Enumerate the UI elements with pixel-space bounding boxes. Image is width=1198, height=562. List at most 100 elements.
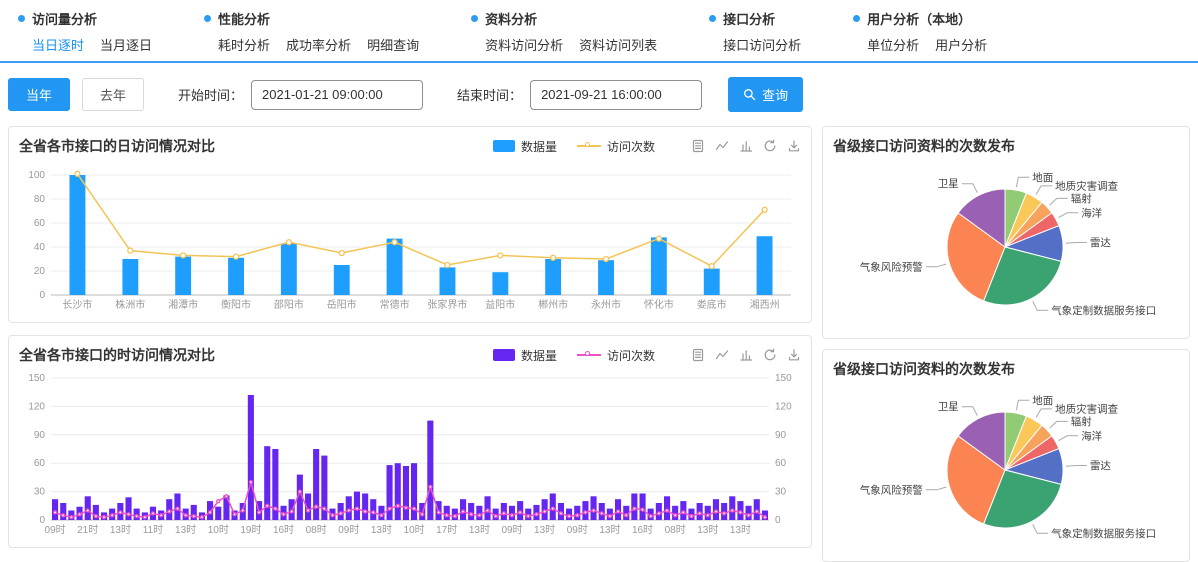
hourly-comparison-panel: 全省各市接口的时访问情况对比 数据量 访问次数 0030306060909012… — [8, 335, 812, 548]
chart-toolbox — [691, 139, 801, 153]
svg-text:40: 40 — [34, 242, 46, 253]
legend-label: 数据量 — [521, 138, 557, 155]
end-time-input[interactable] — [530, 80, 702, 110]
svg-text:120: 120 — [775, 401, 792, 412]
last-year-button[interactable]: 去年 — [82, 78, 144, 111]
svg-text:气象定制数据服务接口: 气象定制数据服务接口 — [1051, 304, 1156, 317]
download-icon[interactable] — [787, 139, 801, 153]
legend-item-bar[interactable]: 数据量 — [493, 347, 557, 364]
svg-text:地面: 地面 — [1032, 171, 1053, 184]
svg-text:气象定制数据服务接口: 气象定制数据服务接口 — [1051, 527, 1156, 540]
panel-title: 全省各市接口的时访问情况对比 — [19, 345, 215, 365]
nav-link-data-access-analysis[interactable]: 资料访问分析 — [485, 35, 563, 54]
legend-item-line[interactable]: 访问次数 — [577, 138, 655, 155]
svg-text:郴州市: 郴州市 — [538, 298, 568, 311]
svg-text:30: 30 — [34, 487, 46, 498]
svg-text:16时: 16时 — [273, 524, 294, 536]
line-chart-icon[interactable] — [715, 139, 729, 153]
svg-text:09时: 09时 — [45, 524, 66, 536]
end-time-label: 结束时间： — [457, 85, 522, 104]
download-icon[interactable] — [787, 348, 801, 362]
svg-text:09时: 09时 — [567, 524, 588, 536]
search-icon — [743, 88, 756, 101]
svg-text:益阳市: 益阳市 — [485, 298, 515, 311]
svg-text:海洋: 海洋 — [1081, 429, 1103, 442]
top-nav: 访问量分析 当日逐时 当月逐日 性能分析 耗时分析 成功率分析 明细查询 资料分… — [0, 0, 1198, 61]
nav-group-data: 资料分析 资料访问分析 资料访问列表 — [471, 9, 657, 54]
svg-text:13时: 13时 — [599, 524, 620, 536]
svg-text:邵阳市: 邵阳市 — [274, 298, 304, 311]
svg-text:地面: 地面 — [1032, 394, 1053, 407]
restore-icon[interactable] — [763, 139, 777, 153]
svg-text:地质灾害调查: 地质灾害调查 — [1055, 179, 1118, 192]
nav-group-label: 访问量分析 — [32, 9, 97, 28]
search-button[interactable]: 查询 — [728, 77, 803, 112]
svg-text:08时: 08时 — [665, 524, 686, 536]
legend-bar-swatch-icon — [493, 349, 515, 361]
nav-link-unit-analysis[interactable]: 单位分析 — [867, 35, 919, 54]
daily-comparison-panel: 全省各市接口的日访问情况对比 数据量 访问次数 020406080100长沙市株… — [8, 126, 812, 323]
nav-group-performance: 性能分析 耗时分析 成功率分析 明细查询 — [204, 9, 419, 54]
svg-text:60: 60 — [34, 458, 46, 469]
svg-text:株洲市: 株洲市 — [115, 298, 145, 311]
svg-text:90: 90 — [775, 430, 787, 441]
left-column: 全省各市接口的日访问情况对比 数据量 访问次数 020406080100长沙市株… — [8, 126, 812, 562]
nav-group-label: 用户分析（本地） — [867, 9, 971, 28]
panel-title: 全省各市接口的日访问情况对比 — [19, 136, 215, 156]
svg-text:常德市: 常德市 — [380, 298, 410, 311]
svg-text:09时: 09时 — [501, 524, 522, 536]
province-pie-chart-1: 地面地质灾害调查辐射海洋雷达气象定制数据服务接口气象风险预警卫星 — [833, 161, 1177, 329]
nav-link-time-cost[interactable]: 耗时分析 — [218, 35, 270, 54]
nav-link-detail-query[interactable]: 明细查询 — [367, 35, 419, 54]
start-time-label: 开始时间： — [178, 85, 243, 104]
nav-link-success-rate[interactable]: 成功率分析 — [286, 35, 351, 54]
data-view-icon[interactable] — [691, 139, 705, 153]
line-chart-icon[interactable] — [715, 348, 729, 362]
svg-text:张家界市: 张家界市 — [427, 298, 467, 311]
svg-text:60: 60 — [34, 218, 46, 229]
svg-text:17时: 17时 — [436, 524, 457, 536]
svg-text:13时: 13时 — [371, 524, 392, 536]
nav-link-interface-access[interactable]: 接口访问分析 — [723, 35, 801, 54]
this-year-button[interactable]: 当年 — [8, 78, 70, 111]
search-button-label: 查询 — [762, 85, 788, 104]
legend-line-swatch-icon — [577, 354, 601, 356]
right-column: 省级接口访问资料的次数发布 地面地质灾害调查辐射海洋雷达气象定制数据服务接口气象… — [822, 126, 1190, 562]
svg-text:卫星: 卫星 — [938, 178, 959, 190]
svg-text:13时: 13时 — [534, 524, 555, 536]
bar-chart-icon[interactable] — [739, 348, 753, 362]
svg-text:60: 60 — [775, 458, 787, 469]
svg-text:0: 0 — [775, 515, 781, 526]
svg-text:150: 150 — [775, 373, 792, 384]
svg-text:怀化市: 怀化市 — [644, 298, 674, 311]
svg-text:13时: 13时 — [175, 524, 196, 536]
nav-group-visits: 访问量分析 当日逐时 当月逐日 — [18, 9, 152, 54]
legend-item-line[interactable]: 访问次数 — [577, 347, 655, 364]
bar-chart-icon[interactable] — [739, 139, 753, 153]
legend-item-bar[interactable]: 数据量 — [493, 138, 557, 155]
panel-title: 省级接口访问资料的次数发布 — [833, 136, 1015, 156]
legend-bar-swatch-icon — [493, 140, 515, 152]
nav-link-user-analysis[interactable]: 用户分析 — [935, 35, 987, 54]
svg-text:雷达: 雷达 — [1090, 237, 1111, 249]
nav-link-month-daily[interactable]: 当月逐日 — [100, 35, 152, 54]
svg-text:20: 20 — [34, 266, 46, 277]
nav-group-label: 接口分析 — [723, 9, 775, 28]
chart-legend: 数据量 访问次数 — [493, 347, 655, 364]
chart-toolbox — [691, 348, 801, 362]
daily-bar-line-chart: 020406080100长沙市株洲市湘潭市衡阳市邵阳市岳阳市常德市张家界市益阳市… — [19, 161, 801, 313]
svg-text:150: 150 — [28, 373, 45, 384]
nav-link-data-access-list[interactable]: 资料访问列表 — [579, 35, 657, 54]
nav-group-title: 接口分析 — [709, 9, 801, 28]
nav-group-label: 资料分析 — [485, 9, 537, 28]
svg-text:辐射: 辐射 — [1071, 415, 1092, 428]
province-pie-chart-2: 地面地质灾害调查辐射海洋雷达气象定制数据服务接口气象风险预警卫星 — [833, 384, 1177, 552]
data-view-icon[interactable] — [691, 348, 705, 362]
nav-link-today-hourly[interactable]: 当日逐时 — [32, 35, 84, 54]
svg-text:10时: 10时 — [404, 524, 425, 536]
start-time-input[interactable] — [251, 80, 423, 110]
svg-text:0: 0 — [39, 290, 45, 301]
restore-icon[interactable] — [763, 348, 777, 362]
svg-text:地质灾害调查: 地质灾害调查 — [1055, 402, 1118, 415]
hourly-bar-line-chart: 0030306060909012012015015009时21时13时11时13… — [19, 370, 801, 538]
